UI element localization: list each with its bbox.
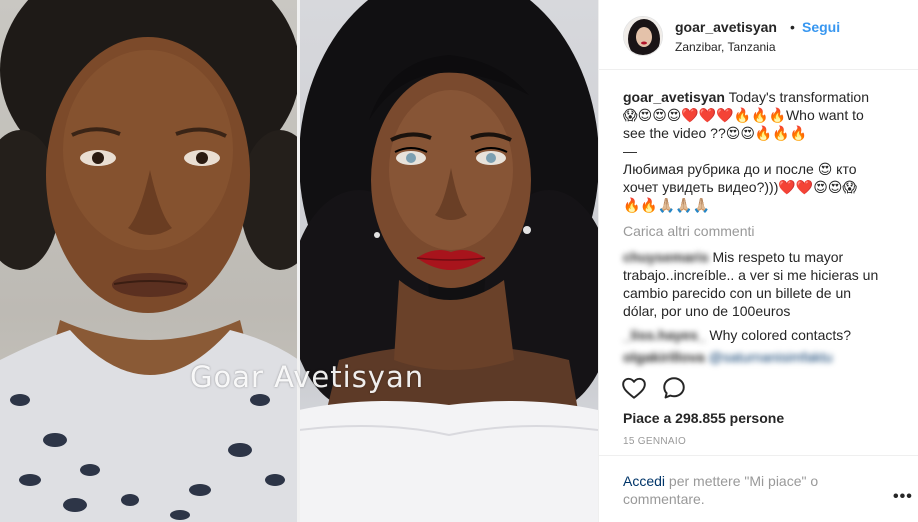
comment-text: Why colored contacts? xyxy=(709,327,852,343)
caption-line-7: 🔥🔥🙏🏼🙏🏼🙏🏼 xyxy=(623,197,711,213)
comment-username[interactable]: _liss.hayes_ xyxy=(623,327,706,343)
post-actions xyxy=(599,375,918,405)
header-separator: • xyxy=(790,19,795,35)
location-link[interactable]: Zanzibar, Tanzania xyxy=(675,40,776,54)
watermark-text: Goar Avetisyan xyxy=(190,360,425,394)
comment-text: Mis respeto tu mayor xyxy=(712,249,844,265)
login-text: per mettere "Mi piace" o xyxy=(665,473,819,489)
comment-bubble-icon[interactable] xyxy=(661,375,687,401)
photo-divider xyxy=(297,0,300,522)
avatar-image xyxy=(624,17,662,55)
after-photo xyxy=(299,0,598,522)
follow-button[interactable]: Segui xyxy=(802,19,840,35)
header-username[interactable]: goar_avetisyan xyxy=(675,19,777,35)
caption-line-4: — xyxy=(623,143,637,159)
comment-username[interactable]: chuysemaris xyxy=(623,249,709,265)
comment-3: olgakirillova @saturnanisimfaktu xyxy=(623,348,833,366)
comment-1-line-3: cambio parecido con un billete de un xyxy=(623,285,852,301)
caption-line-3: see the video ??😍😍🔥🔥🔥 xyxy=(623,125,808,141)
load-more-comments-button[interactable]: Carica altri commenti xyxy=(623,222,754,240)
post-header: goar_avetisyan • Segui Zanzibar, Tanzani… xyxy=(599,0,918,70)
comment-username[interactable]: olgakirillova xyxy=(623,349,705,365)
post-side-panel: goar_avetisyan • Segui Zanzibar, Tanzani… xyxy=(598,0,918,522)
login-line-2: commentare. xyxy=(623,491,705,507)
login-prompt: Accedi per mettere "Mi piace" o commenta… xyxy=(599,455,918,522)
post-date: 15 GENNAIO xyxy=(623,436,687,447)
avatar[interactable] xyxy=(623,16,663,56)
caption-line-6: хочет увидеть видео?)))❤️❤️😍😍😱 xyxy=(623,179,858,195)
comment-1-line-4: dólar, por uno de 100euros xyxy=(623,303,791,319)
likes-count[interactable]: Piace a 298.855 persone xyxy=(623,410,784,426)
before-portrait xyxy=(0,0,299,522)
caption-line-2: 😱😍😍😍❤️❤️❤️🔥🔥🔥Who want to xyxy=(623,107,864,123)
comment-1-line-2: trabajo..increíble.. a ver si me hiciera… xyxy=(623,267,879,283)
before-photo xyxy=(0,0,299,522)
caption-line-5: Любимая рубрика до и после 😍 кто xyxy=(623,161,857,177)
caption-line-1: goar_avetisyan Today's transformation xyxy=(623,88,869,106)
comment-1-line-1: chuysemaris Mis respeto tu mayor xyxy=(623,248,843,266)
comment-2: _liss.hayes_ Why colored contacts? xyxy=(623,326,851,344)
heart-icon[interactable] xyxy=(621,375,647,401)
caption-username[interactable]: goar_avetisyan xyxy=(623,89,725,105)
more-options-icon[interactable]: ••• xyxy=(893,488,913,506)
comments-section: goar_avetisyan Today's transformation 😱😍… xyxy=(599,70,918,370)
post-photo[interactable]: Goar Avetisyan xyxy=(0,0,598,522)
caption-text-1: Today's transformation xyxy=(728,89,869,105)
login-line-1: Accedi per mettere "Mi piace" o xyxy=(623,472,818,490)
after-portrait xyxy=(299,0,598,522)
login-link[interactable]: Accedi xyxy=(623,473,665,489)
comment-mention-link[interactable]: @saturnanisimfaktu xyxy=(709,349,833,365)
